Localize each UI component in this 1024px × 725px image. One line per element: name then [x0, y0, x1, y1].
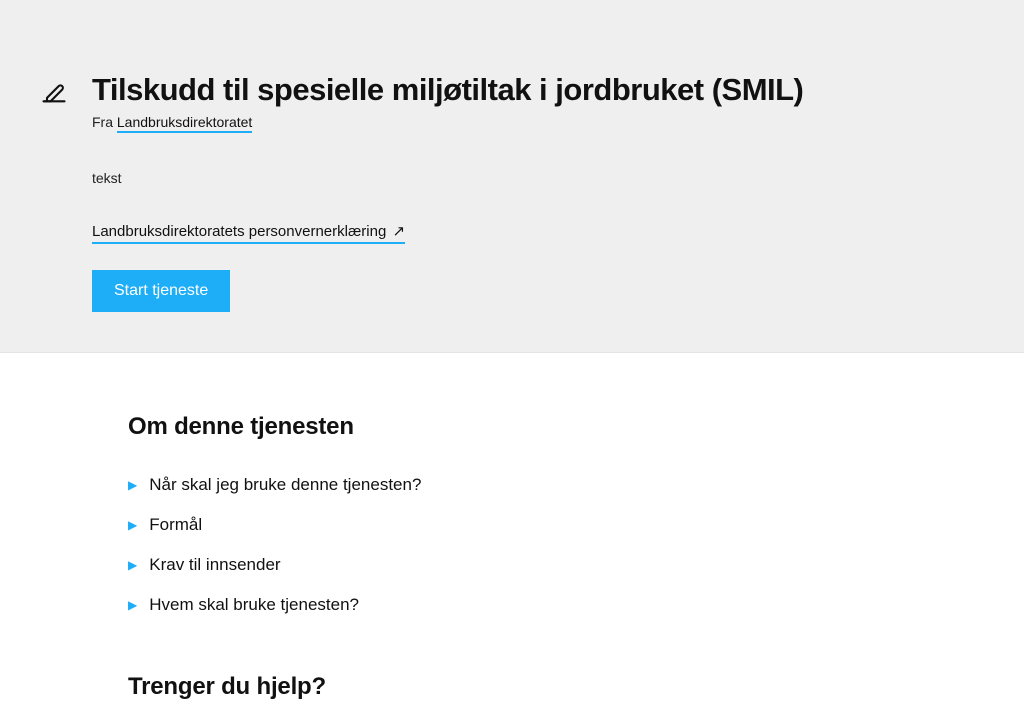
accordion-item[interactable]: ▶ Formål — [128, 505, 900, 545]
privacy-link[interactable]: Landbruksdirektoratets personvernerklæri… — [92, 222, 405, 244]
accordion-label: Hvem skal bruke tjenesten? — [149, 595, 359, 615]
accordion-label: Når skal jeg bruke denne tjenesten? — [149, 475, 421, 495]
help-section: Trenger du hjelp? — [128, 673, 900, 701]
hero-panel: Tilskudd til spesielle miljøtiltak i jor… — [0, 0, 1024, 353]
privacy-link-text: Landbruksdirektoratets personvernerklæri… — [92, 223, 386, 240]
tekst-label: tekst — [92, 170, 980, 186]
accordion-item[interactable]: ▶ Når skal jeg bruke denne tjenesten? — [128, 465, 900, 505]
help-heading: Trenger du hjelp? — [128, 673, 900, 701]
about-heading: Om denne tjenesten — [128, 413, 900, 441]
edit-icon — [40, 78, 68, 111]
hero-content: Tilskudd til spesielle miljøtiltak i jor… — [92, 72, 980, 312]
chevron-right-icon: ▶ — [128, 598, 137, 612]
hero-inner: Tilskudd til spesielle miljøtiltak i jor… — [40, 72, 980, 312]
chevron-right-icon: ▶ — [128, 478, 137, 492]
page-title: Tilskudd til spesielle miljøtiltak i jor… — [92, 72, 980, 108]
start-service-button[interactable]: Start tjeneste — [92, 270, 230, 312]
external-link-icon: ↗ — [393, 223, 406, 240]
accordion-item[interactable]: ▶ Krav til innsender — [128, 545, 900, 585]
accordion-label: Formål — [149, 515, 202, 535]
accordion-item[interactable]: ▶ Hvem skal bruke tjenesten? — [128, 585, 900, 625]
from-link[interactable]: Landbruksdirektoratet — [117, 114, 252, 133]
chevron-right-icon: ▶ — [128, 558, 137, 572]
accordion-label: Krav til innsender — [149, 555, 280, 575]
chevron-right-icon: ▶ — [128, 518, 137, 532]
from-prefix: Fra — [92, 114, 117, 130]
from-line: Fra Landbruksdirektoratet — [92, 114, 980, 130]
about-section: Om denne tjenesten ▶ Når skal jeg bruke … — [0, 413, 940, 701]
